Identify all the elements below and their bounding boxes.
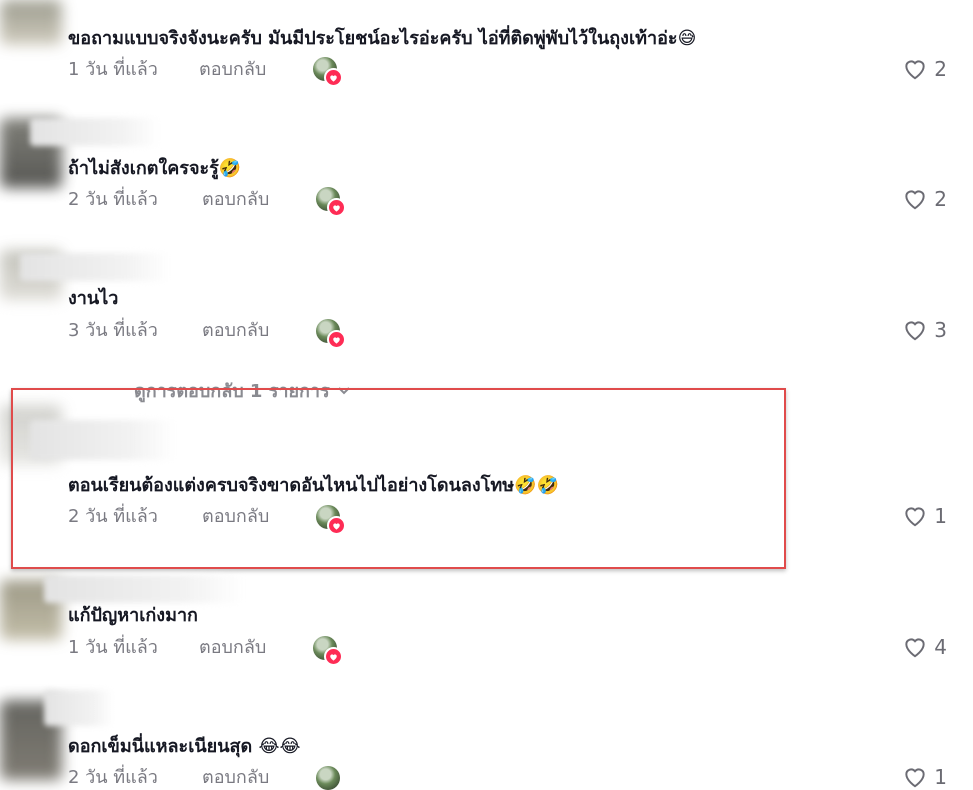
commenter-name[interactable] bbox=[30, 420, 175, 460]
comment-item: ตอนเรียนต้องแต่งครบจริงขาดอันไหนไปไอย่าง… bbox=[0, 400, 973, 560]
like-button[interactable]: 1 bbox=[902, 764, 947, 790]
like-count: 4 bbox=[934, 635, 947, 659]
like-button[interactable]: 3 bbox=[902, 317, 947, 343]
reply-button[interactable]: ตอบกลับ bbox=[202, 319, 269, 343]
reply-button[interactable]: ตอบกลับ bbox=[202, 188, 269, 212]
heart-outline-icon bbox=[905, 190, 925, 210]
creator-liked-badge bbox=[316, 319, 346, 349]
comment-text: ตอนเรียนต้องแต่งครบจริงขาดอันไหนไปไอย่าง… bbox=[68, 475, 559, 496]
like-count: 3 bbox=[934, 318, 947, 342]
heart-badge-icon bbox=[327, 330, 346, 349]
commenter-name[interactable] bbox=[44, 575, 244, 603]
creator-liked-badge bbox=[316, 766, 340, 790]
reply-button[interactable]: ตอบกลับ bbox=[199, 636, 266, 660]
heart-outline-icon bbox=[905, 60, 925, 80]
comment-time: 1 วัน ที่แล้ว bbox=[68, 59, 158, 80]
comment-time: 2 วัน ที่แล้ว bbox=[68, 506, 158, 527]
comment-text: ดอกเข็มนี่แหละเนียนสุด 😂😂 bbox=[68, 736, 301, 757]
comment-item: ดอกเข็มนี่แหละเนียนสุด 😂😂 2 วัน ที่แล้ว … bbox=[0, 690, 973, 790]
like-button[interactable]: 2 bbox=[902, 56, 947, 82]
like-button[interactable]: 2 bbox=[902, 186, 947, 212]
heart-outline-icon bbox=[905, 638, 925, 658]
heart-outline-icon bbox=[905, 768, 925, 788]
like-count: 2 bbox=[934, 57, 947, 81]
comment-text: แก้ปัญหาเก่งมาก bbox=[68, 605, 198, 626]
like-count: 2 bbox=[934, 187, 947, 211]
heart-outline-icon bbox=[905, 321, 925, 341]
commenter-name[interactable] bbox=[44, 690, 114, 726]
commenter-avatar[interactable] bbox=[0, 0, 62, 45]
like-button[interactable]: 1 bbox=[902, 503, 947, 529]
like-count: 1 bbox=[934, 504, 947, 528]
like-count: 1 bbox=[934, 765, 947, 789]
comment-text: ถ้าไม่สังเกตใครจะรู้🤣 bbox=[68, 158, 242, 179]
like-button[interactable]: 4 bbox=[902, 634, 947, 660]
comment-time: 2 วัน ที่แล้ว bbox=[68, 189, 158, 210]
heart-outline-icon bbox=[905, 507, 925, 527]
comment-item: ขอถามแบบจริงจังนะครับ มันมีประโยชน์อะไรอ… bbox=[0, 0, 973, 100]
heart-badge-icon bbox=[327, 516, 346, 535]
reply-button[interactable]: ตอบกลับ bbox=[202, 766, 269, 790]
commenter-name[interactable] bbox=[30, 118, 160, 146]
creator-avatar bbox=[316, 766, 340, 790]
comment-item: แก้ปัญหาเก่งมาก 1 วัน ที่แล้ว ตอบกลับ 4 bbox=[0, 570, 973, 680]
comment-time: 1 วัน ที่แล้ว bbox=[68, 637, 158, 658]
heart-badge-icon bbox=[324, 68, 343, 87]
heart-badge-icon bbox=[327, 198, 346, 217]
comment-time: 2 วัน ที่แล้ว bbox=[68, 767, 158, 788]
creator-liked-badge bbox=[316, 505, 346, 535]
creator-liked-badge bbox=[313, 636, 343, 666]
chevron-down-icon bbox=[337, 386, 350, 394]
reply-button[interactable]: ตอบกลับ bbox=[199, 58, 266, 82]
comment-time: 3 วัน ที่แล้ว bbox=[68, 320, 158, 341]
heart-badge-icon bbox=[324, 647, 343, 666]
comment-text: ขอถามแบบจริงจังนะครับ มันมีประโยชน์อะไรอ… bbox=[68, 28, 697, 49]
comment-text: งานไว bbox=[68, 288, 119, 309]
commenter-name[interactable] bbox=[20, 253, 170, 281]
creator-liked-badge bbox=[313, 57, 343, 87]
reply-button[interactable]: ตอบกลับ bbox=[202, 505, 269, 529]
creator-liked-badge bbox=[316, 187, 346, 217]
comment-item: งานไว 3 วัน ที่แล้ว ตอบกลับ 3 bbox=[0, 245, 973, 355]
comment-item: ถ้าไม่สังเกตใครจะรู้🤣 2 วัน ที่แล้ว ตอบก… bbox=[0, 110, 973, 230]
